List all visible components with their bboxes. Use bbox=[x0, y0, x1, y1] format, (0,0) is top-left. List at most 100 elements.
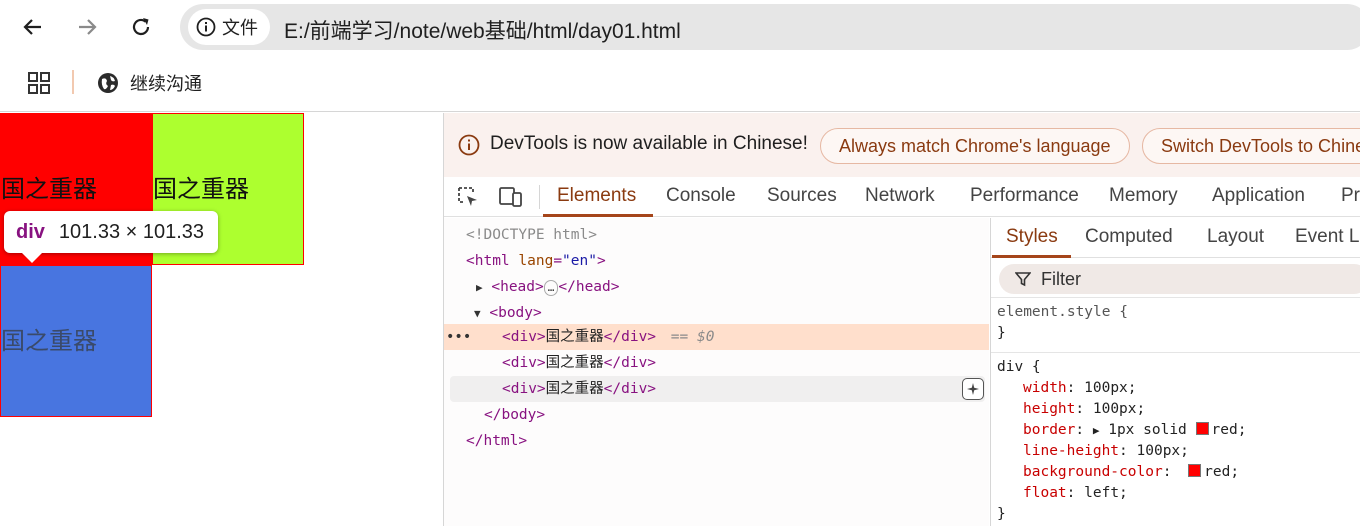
active-styles-tab-indicator bbox=[992, 255, 1071, 258]
tab-divider bbox=[539, 185, 540, 209]
back-arrow-icon[interactable] bbox=[16, 10, 50, 44]
css-color-value: red; bbox=[1211, 422, 1247, 438]
tab-application[interactable]: Application bbox=[1212, 185, 1305, 207]
css-color-value: red; bbox=[1204, 464, 1240, 480]
selected-marker: == $0 bbox=[670, 329, 715, 345]
collapse-triangle-icon[interactable]: ▼ bbox=[474, 307, 481, 320]
body-node[interactable]: ▼ <body> bbox=[474, 300, 542, 326]
tab-styles[interactable]: Styles bbox=[1006, 226, 1058, 248]
reload-icon[interactable] bbox=[124, 10, 158, 44]
body-close-tag[interactable]: </body> bbox=[484, 402, 545, 428]
css-prop: border bbox=[1023, 422, 1076, 438]
inspect-element-icon[interactable] bbox=[456, 185, 480, 209]
div-open-tag: <div> bbox=[502, 355, 546, 371]
active-tab-indicator bbox=[543, 214, 653, 217]
head-close-tag: </head> bbox=[558, 279, 620, 295]
inspect-tooltip: div 101.33 × 101.33 bbox=[4, 211, 219, 263]
node-actions-icon[interactable]: ••• bbox=[446, 324, 471, 350]
tooltip-arrow bbox=[22, 253, 42, 263]
filter-icon bbox=[1015, 272, 1031, 287]
css-value: 100px; bbox=[1092, 401, 1146, 417]
css-declaration-background-color[interactable]: background-color: red; bbox=[1023, 462, 1239, 483]
css-value: 100px; bbox=[1136, 443, 1189, 459]
html-close-tag[interactable]: </html> bbox=[466, 428, 527, 454]
div-node-2[interactable]: <div>国之重器</div> bbox=[502, 350, 656, 376]
div-text: 国之重器 bbox=[545, 355, 604, 371]
div-text: 国之重器 bbox=[545, 329, 604, 345]
head-open-tag: <head> bbox=[491, 279, 544, 295]
forward-arrow-icon[interactable] bbox=[70, 10, 104, 44]
expand-triangle-icon[interactable]: ▶ bbox=[1093, 424, 1100, 437]
tab-performance[interactable]: Performance bbox=[970, 185, 1079, 207]
head-node[interactable]: ▶ <head>… </head> bbox=[476, 274, 619, 300]
switch-language-button[interactable]: Switch DevTools to Chine bbox=[1142, 128, 1360, 164]
css-prop: width bbox=[1023, 380, 1067, 396]
infobar-message: DevTools is now available in Chinese! bbox=[490, 133, 808, 154]
expand-triangle-icon[interactable]: ▶ bbox=[476, 281, 483, 294]
bookmarks-bar: 继续沟通 bbox=[0, 56, 1360, 112]
tab-event-listeners[interactable]: Event Li bbox=[1295, 226, 1360, 248]
tab-layout[interactable]: Layout bbox=[1207, 226, 1264, 248]
rule-divider bbox=[991, 352, 1360, 353]
css-declaration-height[interactable]: height: 100px; bbox=[1023, 399, 1145, 420]
blue-box: 国之重器 bbox=[0, 265, 152, 417]
css-value: 1px solid bbox=[1108, 422, 1187, 438]
color-swatch[interactable] bbox=[1195, 422, 1209, 435]
tab-memory[interactable]: Memory bbox=[1109, 185, 1178, 207]
color-swatch[interactable] bbox=[1188, 464, 1202, 477]
bookmarks-divider bbox=[72, 70, 74, 94]
rule-divider bbox=[991, 297, 1360, 298]
devtools-tab-bar: Elements Console Sources Network Perform… bbox=[444, 177, 1360, 217]
css-prop: background-color bbox=[1023, 464, 1163, 480]
tab-elements[interactable]: Elements bbox=[557, 185, 636, 207]
collapsed-ellipsis[interactable]: … bbox=[543, 280, 559, 296]
info-icon bbox=[196, 17, 216, 37]
always-match-language-button[interactable]: Always match Chrome's language bbox=[820, 128, 1130, 164]
tab-network[interactable]: Network bbox=[865, 185, 935, 207]
body-open-tag: <body> bbox=[489, 305, 542, 321]
site-info-chip[interactable]: 文件 bbox=[188, 9, 270, 45]
url-text[interactable]: E:/前端学习/note/web基础/html/day01.html bbox=[284, 15, 681, 45]
css-prop: line-height bbox=[1023, 443, 1120, 459]
css-declaration-line-height[interactable]: line-height: 100px; bbox=[1023, 441, 1189, 462]
div-close-tag: </div> bbox=[603, 329, 657, 345]
tab-sources[interactable]: Sources bbox=[767, 185, 837, 207]
html-node[interactable]: <html lang="en"> bbox=[466, 248, 606, 274]
tooltip-size: 101.33 × 101.33 bbox=[58, 220, 205, 243]
language-infobar: DevTools is now available in Chinese! Al… bbox=[444, 113, 1360, 177]
bookmark-label: 继续沟通 bbox=[130, 74, 202, 94]
doctype-node[interactable]: <!DOCTYPE html> bbox=[466, 222, 597, 248]
css-prop: height bbox=[1023, 401, 1076, 417]
styles-filter-input[interactable]: Filter bbox=[999, 264, 1360, 294]
devtools-panel: DevTools is now available in Chinese! Al… bbox=[443, 113, 1360, 526]
tab-console[interactable]: Console bbox=[666, 185, 736, 207]
css-value: 100px; bbox=[1084, 380, 1137, 396]
html-attr-value: "en" bbox=[562, 253, 597, 269]
css-declaration-border[interactable]: border: ▶ 1px solid red; bbox=[1023, 420, 1246, 441]
tab-computed[interactable]: Computed bbox=[1085, 226, 1173, 248]
div-rule-selector[interactable]: div { bbox=[997, 357, 1041, 378]
page-viewport: 国之重器 国之重器 国之重器 div 101.33 × 101.33 bbox=[0, 113, 443, 526]
tab-more[interactable]: Pr bbox=[1341, 185, 1360, 207]
close-brace: } bbox=[997, 506, 1006, 522]
address-bar[interactable]: 文件 E:/前端学习/note/web基础/html/day01.html bbox=[180, 4, 1360, 50]
div-node-3[interactable]: <div>国之重器</div> bbox=[502, 376, 656, 402]
html-open-tag: <html bbox=[466, 253, 510, 269]
css-declaration-float[interactable]: float: left; bbox=[1023, 483, 1128, 504]
apps-grid-icon[interactable] bbox=[26, 70, 52, 96]
device-toolbar-icon[interactable] bbox=[498, 185, 524, 209]
styles-pane: Styles Computed Layout Event Li Filter e… bbox=[990, 218, 1360, 526]
bookmark-item[interactable]: 继续沟通 bbox=[96, 69, 202, 97]
css-prop: float bbox=[1023, 485, 1067, 501]
globe-icon bbox=[98, 73, 118, 93]
filter-placeholder: Filter bbox=[1041, 268, 1081, 289]
close-brace: } bbox=[997, 325, 1006, 341]
css-declaration-width[interactable]: width: 100px; bbox=[1023, 378, 1137, 399]
div-node-1[interactable]: <div>国之重器</div> == $0 bbox=[502, 324, 714, 350]
browser-toolbar: 文件 E:/前端学习/note/web基础/html/day01.html bbox=[0, 0, 1360, 56]
ai-assistant-icon[interactable] bbox=[962, 378, 984, 400]
styles-tab-bar: Styles Computed Layout Event Li bbox=[991, 218, 1360, 258]
element-style-selector[interactable]: element.style { bbox=[997, 302, 1128, 323]
info-icon bbox=[458, 134, 480, 156]
site-info-label: 文件 bbox=[222, 18, 258, 38]
